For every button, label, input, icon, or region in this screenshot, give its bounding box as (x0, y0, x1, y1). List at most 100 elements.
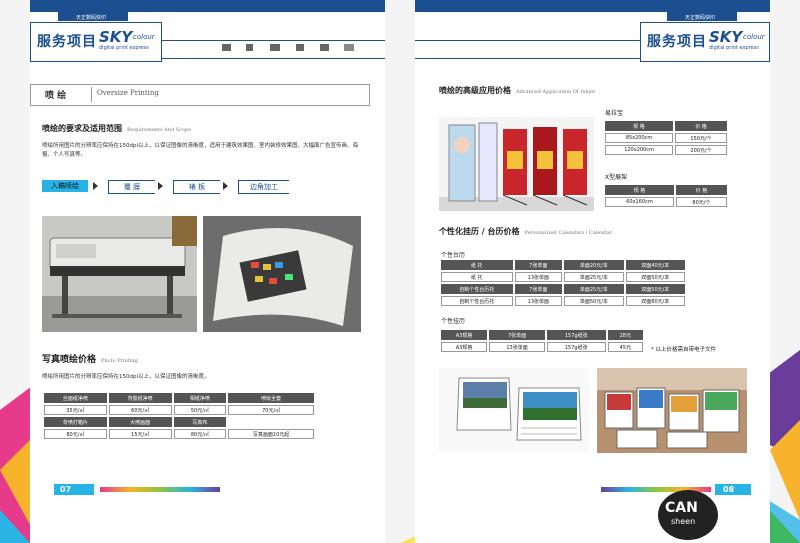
xframe-table: 规 格 价 格 60x160cm 80元/个 (603, 183, 729, 209)
wall-calendar-label: 个性挂历 (441, 318, 466, 325)
table-cell: 7张单面 (514, 260, 563, 270)
table-cell: 单面25元/本 (564, 272, 624, 282)
step-3: 裱 板 (173, 180, 220, 194)
calendar-display-photo (597, 368, 747, 453)
top-stripe (30, 0, 385, 12)
table-row: 120x200cm 200元/个 (605, 145, 727, 155)
table-row: 60x160cm 80元/个 (605, 197, 727, 207)
table-cell: 价 格 (675, 185, 727, 195)
desk-calendar-table: 纸 托 7张单面 单面20元/本 双面40元/本 纸 托 13张单面 单面25元… (439, 258, 687, 308)
table-row: 自制个性台历托 7张单面 单面25元/本 双面50元/本 (441, 284, 685, 294)
advanced-heading: 喷绘的高级应用价格 Advanced Application Of Inkjet (439, 86, 596, 95)
table-cell: 60x160cm (605, 197, 674, 207)
wall-calendar-table: A3规格 7张单面 157g纸张 28元 A3规格 13张单面 157g纸张 4… (439, 328, 645, 354)
table-cell: 背喷灯箱片 (44, 417, 107, 427)
table-cell: 50元/㎡ (173, 405, 227, 415)
table-cell: 价 格 (675, 121, 727, 131)
table-row: 丝面纸净喷 背胶纸净喷 相纸净喷 喷绘全套 (44, 393, 314, 403)
table-row: 35元/㎡ 60元/㎡ 50元/㎡ 70元/㎡ (44, 405, 314, 415)
page-number: 07 (60, 485, 72, 494)
table-cell: 写真布 (173, 417, 227, 427)
table-row: 纸 托 7张单面 单面20元/本 双面40元/本 (441, 260, 685, 270)
table-cell: 单面25元/本 (564, 284, 624, 294)
table-row: A3规格 7张单面 157g纸张 28元 (441, 330, 643, 340)
step-arrow (223, 182, 228, 190)
desk-calendar-photo (439, 368, 589, 453)
table-cell: A3规格 (441, 330, 488, 340)
step-2: 覆 膜 (108, 180, 155, 194)
brand-sky: SKY (99, 28, 133, 46)
table-cell: 7张单面 (514, 284, 563, 294)
table-cell: 120x200cm (605, 145, 674, 155)
table-cell: 大喷画面 (108, 417, 172, 427)
brand-tag: 天正数码快印 (76, 15, 107, 21)
table-row: 85x200cm 150元/个 (605, 133, 727, 143)
table-cell: 45元 (607, 342, 643, 352)
brand-tag-bg: 天正数码快印 (58, 12, 128, 21)
section-subtitle: Oversize Printing (97, 89, 159, 97)
section-title: 喷 绘 (45, 91, 67, 101)
table-cell: 纸 托 (441, 260, 513, 270)
table-row: A3规格 13张单面 157g纸张 45元 (441, 342, 643, 352)
table-cell: 15元/㎡ (108, 429, 172, 439)
xframe-label: X型展架 (605, 174, 628, 181)
table-cell: 157g纸张 (546, 342, 606, 352)
table-cell: 80元/㎡ (44, 429, 107, 439)
footer-colour-strip (100, 487, 220, 492)
table-cell: 自制个性台历托 (441, 296, 513, 306)
table-cell: 规 格 (605, 121, 674, 131)
logo-sheen: sheen (671, 517, 696, 526)
table-cell: 13张单面 (489, 342, 545, 352)
yilabao-label: 易拉宝 (605, 110, 624, 117)
table-cell: 双面50元/本 (625, 272, 685, 282)
table-cell: 规 格 (605, 185, 674, 195)
table-cell: 丝面纸净喷 (44, 393, 107, 403)
photo-printing-heading: 写真喷绘价格 Photo Printing (42, 355, 138, 365)
logo-can: CAN (665, 500, 698, 516)
table-cell: 自制个性台历托 (441, 284, 513, 294)
banner-stand-photo (439, 117, 594, 211)
table-cell: 200元/个 (675, 145, 727, 155)
photo-printing-text: 喷绘所用图片的分辨率应保持在150dpi以上，以保证图像的清晰度。 (42, 374, 210, 380)
nav-icon-1 (222, 44, 231, 51)
table-cell: 85x200cm (605, 133, 674, 143)
yilabao-table: 规 格 价 格 85x200cm 150元/个 120x200cm 200元/个 (603, 119, 729, 157)
brand-logo: 服务项目 SKY colour digital print express (640, 22, 770, 62)
brand-subtitle: digital print express (709, 45, 759, 51)
requirements-heading: 喷绘的要求及适用范围 Requirements And Scope (42, 124, 192, 133)
wall-calendar-note: * 以上价格需自带电子文件 (651, 347, 716, 353)
table-cell: 28元 (607, 330, 643, 340)
price-table: 丝面纸净喷 背胶纸净喷 相纸净喷 喷绘全套 35元/㎡ 60元/㎡ 50元/㎡ … (42, 391, 316, 441)
table-cell: 背胶纸净喷 (108, 393, 172, 403)
table-cell: A3规格 (441, 342, 488, 352)
table-row: 背喷灯箱片 大喷画面 写真布 (44, 417, 314, 427)
nav-icon-5 (320, 44, 329, 51)
table-cell: 双面80元/本 (625, 296, 685, 306)
top-stripe (415, 0, 770, 12)
page-number: 08 (723, 485, 735, 494)
brand-colour: colour (133, 33, 155, 41)
table-cell: 60元/㎡ (108, 405, 172, 415)
table-cell: 喷绘全套 (228, 393, 314, 403)
requirements-text: 喷绘所用图片的分辨率应保持在150dpi以上，以保证图像的清晰度，适用于建筑效果… (42, 143, 359, 158)
table-cell: 13张单面 (514, 296, 563, 306)
brand-subtitle: digital print express (99, 45, 149, 51)
brand-colour: colour (743, 33, 765, 41)
table-cell: 157g纸张 (546, 330, 606, 340)
table-cell: 7张单面 (489, 330, 545, 340)
section-divider (91, 87, 92, 102)
table-cell: 纸 托 (441, 272, 513, 282)
table-row: 规 格 价 格 (605, 185, 727, 195)
table-cell: 150元/个 (675, 133, 727, 143)
left-page: 天正数码快印 服务项目 SKY colour digital print exp… (30, 0, 385, 543)
step-1: 入稿喷绘 (42, 180, 88, 192)
brand-title: 服务项目 (37, 34, 97, 50)
table-row: 规 格 价 格 (605, 121, 727, 131)
brand-tag: 天正数码快印 (685, 15, 716, 21)
brand-logo: 服务项目 SKY colour digital print express (30, 22, 162, 62)
nav-icon-3 (270, 44, 280, 51)
step-4: 边角加工 (238, 180, 289, 194)
table-cell: 相纸净喷 (173, 393, 227, 403)
brand-tag-bg: 天正数码快印 (667, 12, 737, 21)
table-cell: 写真画面10元起 (228, 429, 314, 439)
